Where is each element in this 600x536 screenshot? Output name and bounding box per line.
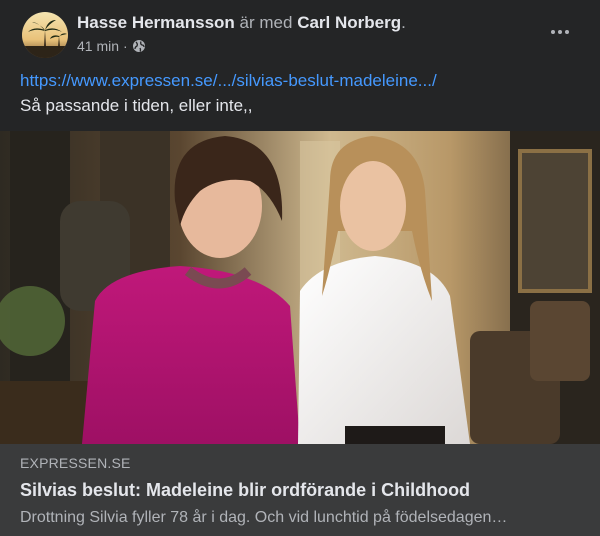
palm-tree-avatar-image [22,12,68,58]
tagged-suffix: . [401,13,406,32]
author-name[interactable]: Hasse Hermansson [77,13,235,32]
more-options-icon[interactable] [548,22,572,42]
post-meta: 41 min · [77,38,146,54]
portrait-photo [0,131,600,444]
link-description: Drottning Silvia fyller 78 år i dag. Och… [20,509,508,526]
globe-icon [132,39,146,53]
post-link[interactable]: https://www.expressen.se/.../silvias-bes… [20,68,580,93]
author-avatar[interactable] [22,12,68,58]
post-header: Hasse Hermansson är med Carl Norberg. 41… [0,0,600,64]
with-text: är med [239,13,293,32]
link-title[interactable]: Silvias beslut: Madeleine blir ordförand… [20,480,470,501]
tagged-name[interactable]: Carl Norberg [297,13,401,32]
link-domain: EXPRESSEN.SE [20,455,131,471]
link-preview-card[interactable]: EXPRESSEN.SE Silvias beslut: Madeleine b… [0,444,600,536]
link-preview-image[interactable] [0,131,600,444]
post-time[interactable]: 41 min [77,38,119,54]
post-body: https://www.expressen.se/.../silvias-bes… [20,68,580,118]
post-message: Så passande i tiden, eller inte,, [20,96,253,115]
meta-separator: · [123,38,128,54]
author-line: Hasse Hermansson är med Carl Norberg. [77,12,406,34]
